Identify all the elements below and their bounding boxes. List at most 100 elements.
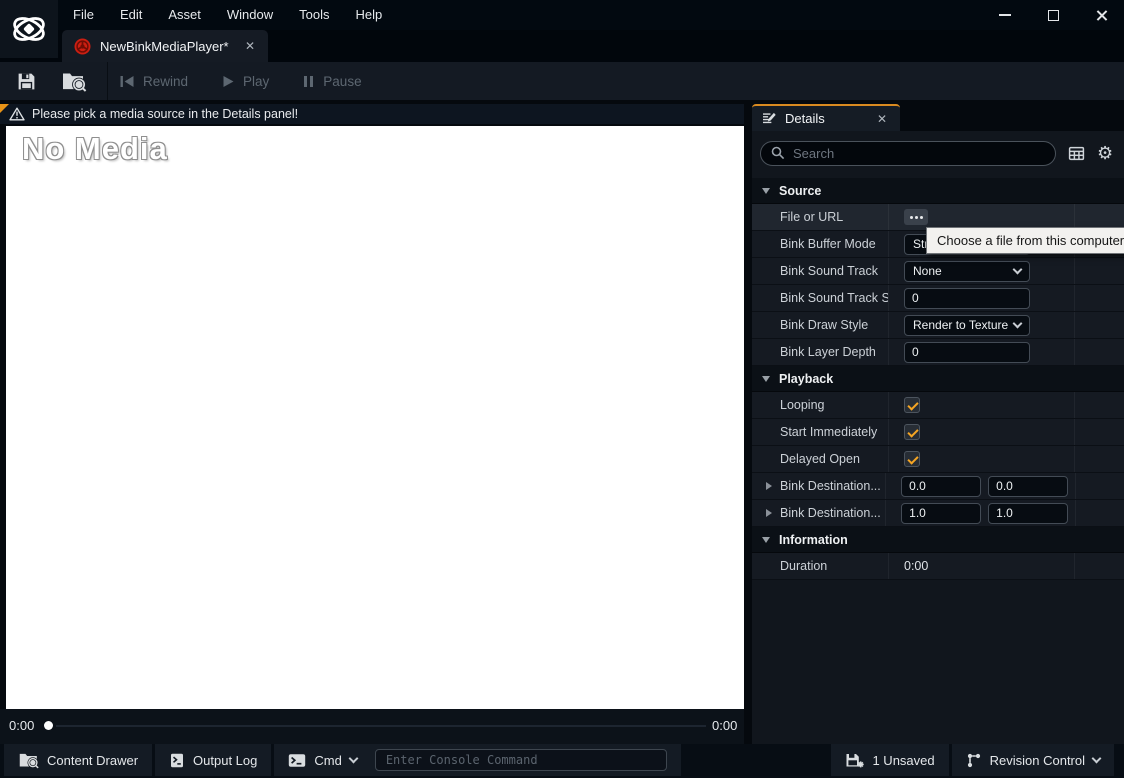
choose-file-button[interactable]: [904, 209, 928, 225]
row-stub: [1075, 500, 1124, 526]
cmd-icon: [288, 753, 306, 768]
menu-window[interactable]: Window: [214, 0, 286, 30]
console-command-input[interactable]: [374, 749, 667, 771]
revision-control-icon: [966, 752, 982, 769]
engine-logo: [0, 0, 58, 58]
collapse-arrow-icon: [762, 187, 770, 194]
chevron-down-icon: [1012, 318, 1023, 328]
layer-depth-input[interactable]: [904, 341, 1030, 363]
expander-icon[interactable]: [766, 482, 772, 490]
section-source[interactable]: Source: [752, 178, 1124, 204]
menu-bar: File Edit Asset Window Tools Help: [60, 0, 395, 30]
row-looping: Looping: [752, 392, 1124, 419]
dest-lower-y-input[interactable]: [988, 502, 1069, 524]
sound-track-start-input[interactable]: [904, 287, 1030, 309]
row-stub: [1075, 473, 1124, 499]
property-label: Looping: [780, 398, 825, 412]
dest-lower-x-input[interactable]: [901, 502, 982, 524]
start-immediately-checkbox[interactable]: [904, 424, 920, 440]
cmd-console-group: Cmd: [274, 744, 681, 776]
browse-to-asset-button[interactable]: [49, 62, 99, 100]
details-body: Source File or URL Bink Buffer Mode: [752, 131, 1124, 744]
details-tab-close-icon[interactable]: ✕: [874, 111, 890, 127]
save-icon: [16, 71, 37, 92]
row-duration: Duration 0:00: [752, 553, 1124, 580]
section-information[interactable]: Information: [752, 527, 1124, 553]
scrubber-handle[interactable]: [44, 721, 53, 730]
pause-button[interactable]: Pause: [303, 73, 362, 89]
media-warning-bar: Please pick a media source in the Detail…: [0, 104, 744, 124]
minimize-icon[interactable]: [996, 6, 1014, 24]
play-button[interactable]: Play: [222, 74, 269, 89]
delayed-open-checkbox[interactable]: [904, 451, 920, 467]
section-title: Information: [779, 532, 848, 547]
cmd-selector[interactable]: Cmd: [314, 752, 359, 768]
property-label: Delayed Open: [780, 452, 860, 466]
draw-style-dropdown[interactable]: Render to Texture: [904, 314, 1030, 336]
content-drawer-button[interactable]: Content Drawer: [4, 744, 153, 776]
section-title: Source: [779, 183, 822, 198]
details-search-row: [752, 131, 1124, 175]
toolbar: Rewind Play Pause: [0, 62, 1124, 100]
no-media-text: No Media: [22, 131, 168, 166]
property-label: Bink Sound Track St...: [780, 291, 888, 305]
content-drawer-icon: [18, 751, 39, 769]
row-bink-sound-track-start: Bink Sound Track St...: [752, 285, 1124, 312]
status-bar: Content Drawer Output Log Cmd Enter Cons…: [0, 744, 1124, 778]
property-label: File or URL: [780, 210, 844, 224]
chevron-down-icon: [1012, 264, 1023, 274]
gear-icon[interactable]: [1097, 144, 1113, 162]
menu-file[interactable]: File: [60, 0, 107, 30]
warning-text: Please pick a media source in the Detail…: [32, 107, 299, 121]
play-label: Play: [243, 73, 270, 89]
content-drawer-label: Content Drawer: [47, 752, 139, 768]
dest-upper-y-input[interactable]: [988, 475, 1069, 497]
dest-upper-x-input[interactable]: [901, 475, 982, 497]
menu-asset[interactable]: Asset: [155, 0, 214, 30]
row-bink-destination-lower: Bink Destination...: [752, 500, 1124, 527]
section-title: Playback: [779, 371, 834, 386]
property-label: Bink Draw Style: [780, 318, 869, 332]
tab-details[interactable]: Details ✕: [752, 104, 900, 131]
property-label: Bink Destination...: [780, 479, 881, 493]
output-log-icon: [169, 752, 185, 769]
output-log-button[interactable]: Output Log: [155, 744, 272, 776]
revision-control-button[interactable]: Revision Control: [951, 744, 1114, 776]
maximize-icon[interactable]: [1044, 6, 1062, 24]
dropdown-value: None: [913, 264, 942, 278]
row-stub: [1074, 258, 1124, 284]
unsaved-icon: [845, 752, 865, 769]
sound-track-dropdown[interactable]: None: [904, 260, 1030, 282]
search-box[interactable]: [760, 140, 1056, 166]
menu-help[interactable]: Help: [342, 0, 395, 30]
view-options-icon[interactable]: [1068, 145, 1085, 162]
save-button[interactable]: [0, 62, 49, 100]
rewind-button[interactable]: Rewind: [120, 74, 188, 89]
tab-close-icon[interactable]: ✕: [242, 38, 258, 54]
property-label: Bink Buffer Mode: [780, 237, 876, 251]
time-current: 0:00: [9, 718, 35, 733]
looping-checkbox[interactable]: [904, 397, 920, 413]
tab-label: NewBinkMediaPlayer*: [100, 38, 229, 54]
tab-newbinkmediaplayer[interactable]: NewBinkMediaPlayer* ✕: [62, 30, 268, 62]
asset-tab-bar: NewBinkMediaPlayer* ✕: [0, 30, 1124, 62]
chevron-down-icon: [348, 753, 359, 763]
expander-icon[interactable]: [766, 509, 772, 517]
search-input[interactable]: [793, 145, 1045, 161]
close-icon[interactable]: [1092, 6, 1110, 24]
menu-edit[interactable]: Edit: [107, 0, 155, 30]
property-label: Start Immediately: [780, 425, 878, 439]
tooltip: Choose a file from this computer: [926, 227, 1124, 254]
unsaved-button[interactable]: 1 Unsaved: [831, 744, 949, 776]
dropdown-value: Render to Texture: [913, 318, 1009, 332]
section-playback[interactable]: Playback: [752, 366, 1124, 392]
row-start-immediately: Start Immediately: [752, 419, 1124, 446]
cmd-label: Cmd: [314, 752, 342, 768]
warning-corner-marker: [0, 104, 9, 113]
seek-track[interactable]: [56, 724, 706, 727]
pause-icon: [303, 75, 314, 88]
pause-label: Pause: [323, 73, 362, 89]
playback-timeline: 0:00 0:00: [0, 709, 744, 744]
warning-icon: [9, 107, 25, 121]
menu-tools[interactable]: Tools: [286, 0, 342, 30]
